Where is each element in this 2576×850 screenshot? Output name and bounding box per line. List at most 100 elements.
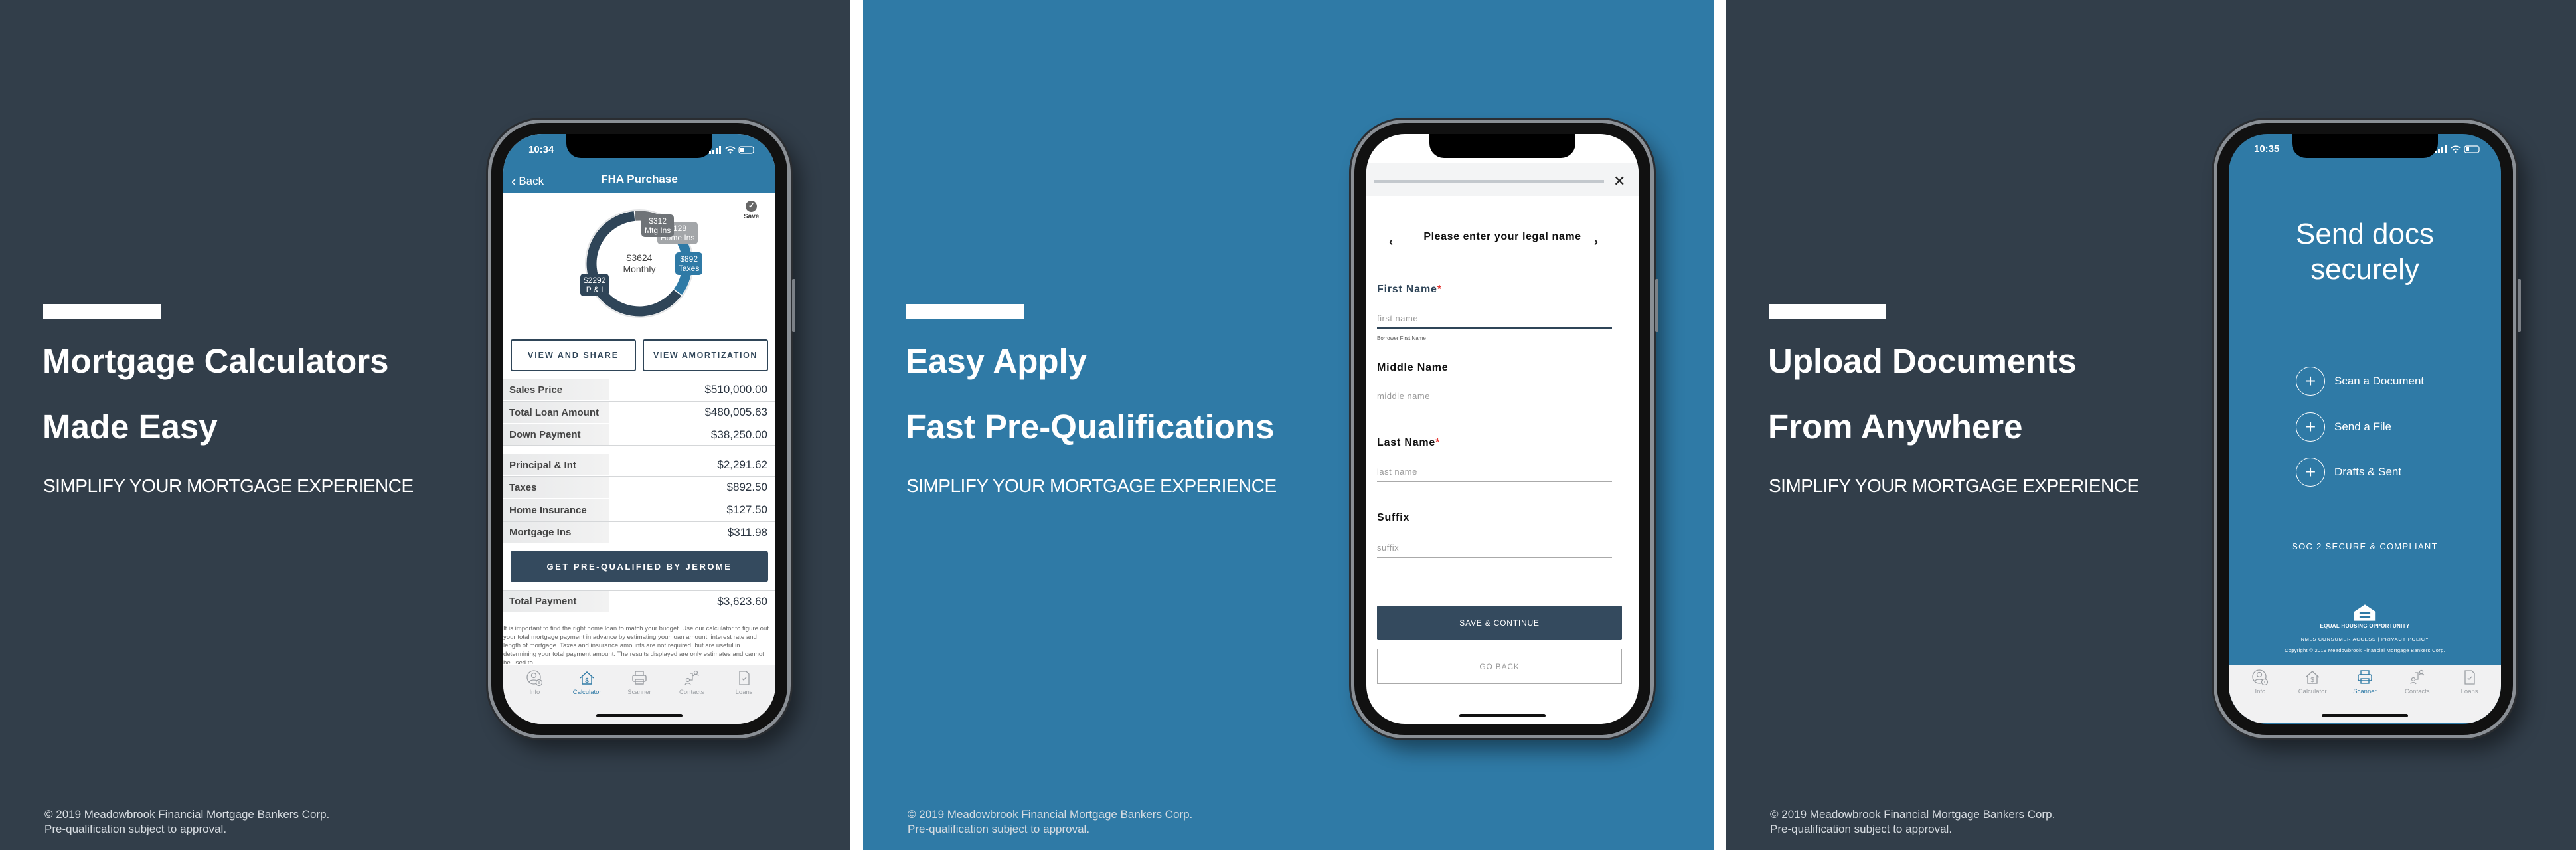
status-time: 10:34 [528, 144, 554, 155]
view-amortization-button[interactable]: VIEW AMORTIZATION [643, 339, 768, 371]
first-name-label: First Name* [1377, 284, 1442, 296]
row-value: $38,250.00 [710, 428, 767, 441]
middle-name-input[interactable] [1377, 386, 1612, 406]
accent-stripe [43, 304, 161, 319]
home-indicator [2322, 714, 2408, 717]
screen-title: Send docs securely [2229, 216, 2501, 287]
subtitle: SIMPLIFY YOUR MORTGAGE EXPERIENCE [1769, 475, 2139, 496]
send-file-button[interactable]: + Send a File [2296, 412, 2391, 442]
user-info-icon [526, 669, 543, 687]
tag-label: P & I [586, 285, 604, 294]
screen-title: FHA Purchase [601, 173, 678, 185]
tab-info[interactable]: Info [2234, 669, 2287, 723]
footer-legal: © 2019 Meadowbrook Financial Mortgage Ba… [908, 808, 1192, 837]
table-row: Total Loan Amount $480,005.63 [503, 401, 775, 423]
tab-loans[interactable]: Loans [2443, 669, 2496, 723]
save-button[interactable]: ✓ Save [744, 201, 759, 220]
required-marker: * [1437, 284, 1442, 295]
row-label: Sales Price [503, 379, 609, 400]
compliance-text: SOC 2 SECURE & COMPLIANT [2292, 541, 2438, 551]
tab-label: Contacts [679, 689, 704, 696]
row-label: Total Payment [503, 591, 609, 612]
notch [566, 134, 712, 158]
donut-total: $3624 [626, 252, 653, 263]
tab-info[interactable]: Info [509, 669, 561, 724]
plus-circle-icon: + [2296, 412, 2325, 442]
tab-label: Scanner [2353, 688, 2377, 695]
status-time: 10:35 [2254, 143, 2280, 155]
save-continue-button[interactable]: SAVE & CONTINUE [1377, 606, 1622, 640]
accent-stripe [1769, 304, 1886, 319]
plus-circle-icon: + [2296, 367, 2325, 396]
action-label: Drafts & Sent [2334, 466, 2402, 478]
contacts-icon [2409, 669, 2426, 686]
tab-label: Loans [735, 689, 753, 696]
row-value: $311.98 [727, 525, 767, 539]
table-row: Home Insurance $127.50 [503, 499, 775, 521]
subtitle: SIMPLIFY YOUR MORTGAGE EXPERIENCE [43, 475, 414, 496]
copyright-text: © 2019 Meadowbrook Financial Mortgage Ba… [1770, 808, 2055, 821]
headline-line-1: Mortgage Calculators [42, 342, 389, 380]
tab-label: Info [2255, 688, 2266, 695]
house-dollar-icon [578, 669, 596, 687]
panel-mortgage-calculators: Mortgage Calculators Made Easy SIMPLIFY … [0, 0, 850, 850]
house-dollar-icon [2304, 669, 2321, 686]
copyright-text: © 2019 Meadowbrook Financial Mortgage Ba… [44, 808, 330, 821]
scan-document-button[interactable]: + Scan a Document [2296, 367, 2424, 396]
row-value: $892.50 [726, 481, 767, 493]
printer-icon [2356, 669, 2374, 686]
status-icons [709, 145, 756, 155]
row-value: $510,000.00 [704, 383, 767, 396]
save-label: Save [744, 213, 760, 220]
notch [2292, 134, 2438, 158]
progress-bar [1374, 180, 1604, 183]
disclaimer-text: It is important to find the right home l… [503, 625, 769, 664]
question-title: Please enter your legal name [1423, 231, 1581, 242]
chevron-left-icon[interactable]: ‹ [1389, 235, 1393, 249]
link-separator: | [2377, 636, 2380, 642]
suffix-input[interactable] [1377, 538, 1612, 558]
tab-label: Calculator [2298, 688, 2327, 695]
last-name-label: Last Name* [1377, 437, 1440, 449]
privacy-policy-link[interactable]: PRIVACY POLICY [2381, 636, 2429, 642]
drafts-sent-button[interactable]: + Drafts & Sent [2296, 458, 2401, 487]
panel-easy-apply: Easy Apply Fast Pre-Qualifications SIMPL… [863, 0, 1714, 850]
user-info-icon [2251, 669, 2269, 686]
first-name-input[interactable] [1377, 309, 1612, 329]
row-value: $480,005.63 [704, 406, 767, 418]
nmls-link[interactable]: NMLS CONSUMER ACCESS [2300, 636, 2375, 642]
copyright-text: © 2019 Meadowbrook Financial Mortgage Ba… [908, 808, 1193, 821]
field-label: First Name [1377, 284, 1437, 295]
get-prequalified-button[interactable]: GET PRE-QUALIFIED BY JEROME [511, 551, 768, 582]
tag-amount: $312 [649, 216, 667, 226]
total-payment-row: Total Payment $3,623.60 [503, 590, 775, 612]
headline-line-1: Upload Documents [1768, 342, 2077, 380]
headline-line-2: Fast Pre-Qualifications [906, 408, 1275, 446]
row-value: $127.50 [726, 503, 767, 516]
action-label: Send a File [2334, 420, 2391, 433]
plus-circle-icon: + [2296, 458, 2325, 487]
table-row: Sales Price $510,000.00 [503, 379, 775, 400]
title-line: Send docs [2296, 218, 2434, 250]
status-icons [2435, 145, 2481, 154]
last-name-input[interactable] [1377, 462, 1612, 482]
title-line: securely [2310, 253, 2419, 286]
tab-label: Info [529, 689, 540, 696]
tab-label: Scanner [627, 689, 651, 696]
tag-amount: $892 [680, 254, 698, 264]
table-row: Taxes $892.50 [503, 476, 775, 498]
view-and-share-button[interactable]: VIEW AND SHARE [511, 339, 636, 371]
go-back-button[interactable]: GO BACK [1377, 649, 1622, 684]
home-indicator [596, 714, 683, 717]
field-label: Last Name [1377, 437, 1436, 448]
row-label: Total Loan Amount [503, 402, 609, 423]
close-icon[interactable]: ✕ [1613, 173, 1625, 190]
side-button [1655, 279, 1658, 332]
printer-icon [631, 669, 648, 687]
tab-label: Loans [2460, 688, 2478, 695]
tab-loans[interactable]: Loans [718, 669, 770, 724]
row-label: Mortgage Ins [503, 522, 609, 543]
notch [1429, 134, 1575, 158]
field-label: Suffix [1377, 512, 1410, 523]
chevron-right-icon[interactable]: › [1594, 235, 1598, 249]
